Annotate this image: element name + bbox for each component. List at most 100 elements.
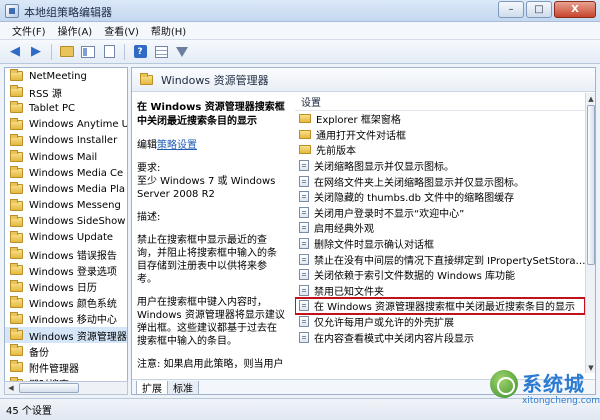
menu-action[interactable]: 操作(A)	[52, 23, 99, 38]
properties-icon[interactable]	[100, 43, 118, 61]
maximize-button[interactable]: □	[526, 1, 552, 18]
tab-standard[interactable]: 标准	[167, 381, 199, 394]
list-setting-item[interactable]: 删除文件时显示确认对话框	[295, 236, 585, 252]
menu-file[interactable]: 文件(F)	[6, 23, 52, 38]
folder-icon	[10, 295, 23, 308]
list-setting-item[interactable]: 关闭隐藏的 thumbs.db 文件中的缩略图缓存	[295, 189, 585, 205]
tree-item[interactable]: Windows Media Ce	[5, 165, 127, 181]
list-setting-item[interactable]: 禁止在没有中间层的情况下直接绑定到 IPropertySetStora…	[295, 251, 585, 267]
list-folder-item[interactable]: Explorer 框架窗格	[295, 111, 585, 127]
tree-item[interactable]: Windows Mail	[5, 149, 127, 165]
policy-setting-icon	[299, 206, 309, 218]
list-item-label: 关闭用户登录时不显示“欢迎中心”	[314, 208, 465, 220]
folder-icon	[10, 230, 23, 243]
group-policy-editor-window: 本地组策略编辑器 – □ X 文件(F) 操作(A) 查看(V) 帮助(H) ◀…	[0, 0, 600, 420]
tree-item[interactable]: Windows Messeng	[5, 198, 127, 214]
tree-item-label: Windows 移动中心	[29, 315, 117, 327]
tree-item-label: 附件管理器	[29, 363, 79, 375]
watermark-brand: 系统城	[522, 372, 585, 396]
folder-icon	[10, 311, 23, 324]
tree-item[interactable]: Windows Anytime U	[5, 117, 127, 133]
tree-item[interactable]: 附件管理器	[5, 359, 127, 375]
scroll-up-icon[interactable]: ▲	[586, 93, 595, 104]
tree-item[interactable]: Windows Update	[5, 230, 127, 246]
list-setting-item[interactable]: 禁用已知文件夹	[295, 283, 585, 299]
tree-item[interactable]: Windows 日历	[5, 278, 127, 294]
tree-item-label: Windows Anytime U	[29, 119, 128, 131]
tree-item[interactable]: 备份	[5, 343, 127, 359]
policy-setting-icon	[299, 238, 309, 250]
folder-icon	[10, 360, 23, 373]
folder-icon	[140, 72, 153, 85]
back-arrow-icon[interactable]: ◀	[6, 43, 24, 61]
folder-icon	[10, 182, 23, 195]
list-setting-item[interactable]: 关闭依赖于索引文件数据的 Windows 库功能	[295, 267, 585, 283]
title-bar[interactable]: 本地组策略编辑器 – □ X	[0, 0, 600, 22]
policy-setting-icon	[299, 269, 309, 281]
details-pane: Windows 资源管理器 在 Windows 资源管理器搜索框中关闭最近搜索条…	[131, 67, 596, 395]
view-grid-icon[interactable]	[152, 43, 170, 61]
folder-up-icon[interactable]	[58, 43, 76, 61]
forward-arrow-icon[interactable]: ▶	[27, 43, 45, 61]
list-item-label: 先前版本	[316, 146, 356, 158]
toolbar-separator	[51, 43, 52, 60]
tree-item-label: Windows 颜色系统	[29, 299, 117, 311]
list-item-label: Explorer 框架窗格	[316, 115, 401, 127]
details-header: Windows 资源管理器	[132, 68, 595, 92]
scroll-left-icon[interactable]: ◀	[5, 382, 17, 394]
scroll-thumb[interactable]	[19, 383, 79, 393]
list-setting-item[interactable]: 在网络文件夹上关闭缩略图显示并仅显示图标。	[295, 173, 585, 189]
folder-icon	[299, 114, 311, 124]
tab-extended[interactable]: 扩展	[136, 381, 168, 394]
menu-view[interactable]: 查看(V)	[98, 23, 145, 38]
app-icon	[5, 4, 19, 18]
tree-item[interactable]: Windows 错误报告	[5, 246, 127, 262]
list-item-label: 在 Windows 资源管理器搜索框中关闭最近搜索条目的显示	[314, 302, 575, 314]
tree-item[interactable]: Windows Media Pla	[5, 181, 127, 197]
list-setting-item[interactable]: 关闭用户登录时不显示“欢迎中心”	[295, 205, 585, 221]
list-folder-item[interactable]: 通用打开文件对话框	[295, 127, 585, 143]
settings-column-header[interactable]: 设置	[295, 93, 585, 111]
filter-icon[interactable]	[173, 43, 191, 61]
list-item-label: 禁用已知文件夹	[314, 286, 384, 298]
tree-item[interactable]: Tablet PC	[5, 100, 127, 116]
list-setting-item[interactable]: 在 Windows 资源管理器搜索框中关闭最近搜索条目的显示	[295, 297, 585, 315]
help-icon[interactable]: ?	[131, 43, 149, 61]
folder-icon	[10, 344, 23, 357]
folder-icon	[10, 214, 23, 227]
list-setting-item[interactable]: 启用经典外观	[295, 220, 585, 236]
policy-setting-icon	[299, 331, 309, 343]
minimize-button[interactable]: –	[498, 1, 524, 18]
list-setting-item[interactable]: 仅允许每用户或允许的外壳扩展	[295, 314, 585, 330]
list-setting-item[interactable]: 关闭缩略图显示并仅显示图标。	[295, 158, 585, 174]
edit-policy-link[interactable]: 策略设置	[157, 140, 197, 151]
tree-item[interactable]: Windows SideShow	[5, 214, 127, 230]
policy-setting-icon	[299, 253, 309, 265]
tree-item[interactable]: Windows 资源管理器	[5, 327, 127, 344]
tree-item-label: Windows Update	[29, 232, 114, 244]
tree-item[interactable]: Windows 登录选项	[5, 262, 127, 278]
folder-icon	[10, 85, 23, 98]
requirements-text: 至少 Windows 7 或 Windows Server 2008 R2	[137, 176, 276, 200]
tree-item[interactable]: Windows Installer	[5, 133, 127, 149]
tree-item-label: 备份	[29, 347, 49, 359]
scroll-thumb[interactable]	[587, 105, 595, 265]
menu-help[interactable]: 帮助(H)	[145, 23, 192, 38]
list-item-label: 删除文件时显示确认对话框	[314, 240, 434, 252]
folder-icon	[10, 247, 23, 260]
close-button[interactable]: X	[554, 1, 596, 18]
tree-item[interactable]: Windows 移动中心	[5, 311, 127, 327]
list-folder-item[interactable]: 先前版本	[295, 142, 585, 158]
folder-icon	[10, 166, 23, 179]
tree-item-label: Windows Mail	[29, 151, 98, 163]
tree-item[interactable]: RSS 源	[5, 84, 127, 100]
description-panel: 在 Windows 资源管理器搜索框中关闭最近搜索条目的显示 编辑策略设置 要求…	[132, 93, 292, 373]
tree-horizontal-scrollbar[interactable]: ◀	[4, 381, 128, 395]
show-hide-tree-icon[interactable]	[79, 43, 97, 61]
tree-item[interactable]: Windows 颜色系统	[5, 295, 127, 311]
tree-item-label: Windows Media Pla	[29, 183, 125, 195]
policy-tree[interactable]: NetMeeting RSS 源 Tablet PC Windows Anytime …	[4, 67, 128, 395]
tree-item[interactable]: NetMeeting	[5, 68, 127, 84]
settings-vertical-scrollbar[interactable]: ▲ ▼	[585, 93, 595, 373]
list-setting-item[interactable]: 在内容查看模式中关闭内容片段显示	[295, 329, 585, 345]
